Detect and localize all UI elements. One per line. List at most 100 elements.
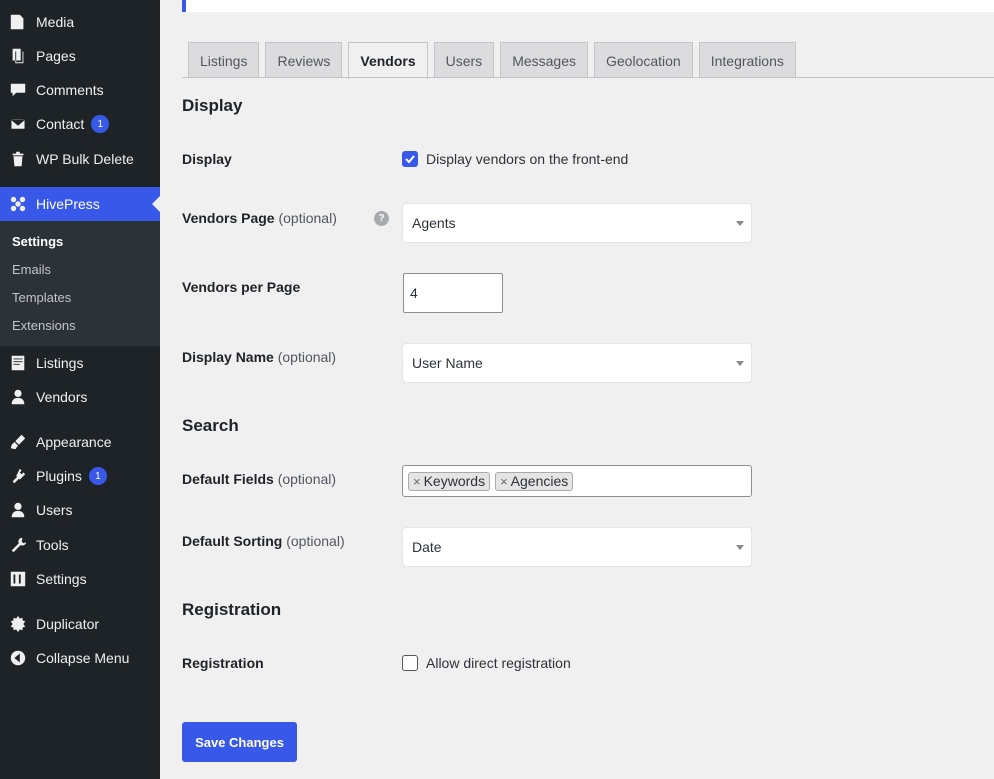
chevron-down-icon	[736, 545, 744, 550]
save-changes-button[interactable]: Save Changes	[182, 722, 297, 762]
sidebar-item-hivepress[interactable]: HivePress	[0, 187, 160, 221]
sidebar-item-label: Listings	[36, 355, 84, 371]
tab-listings[interactable]: Listings	[188, 42, 260, 78]
sidebar-item-media[interactable]: Media	[0, 5, 160, 39]
chevron-down-icon	[736, 361, 744, 366]
sidebar-item-label: Settings	[36, 571, 87, 587]
default-sorting-select[interactable]: Date	[402, 527, 752, 567]
submenu-item-emails[interactable]: Emails	[12, 262, 51, 277]
optional-hint: (optional)	[286, 533, 345, 549]
sidebar-item-label: Contact	[36, 116, 85, 132]
submenu-item-templates[interactable]: Templates	[12, 290, 71, 305]
sidebar-item-contact[interactable]: Contact 1	[0, 107, 160, 141]
field-label-display: Display	[182, 151, 232, 167]
sidebar-item-users[interactable]: Users	[0, 493, 160, 527]
sidebar-item-listings[interactable]: Listings	[0, 346, 160, 380]
admin-sidebar: Media Pages Comments Contact 1 WP Bulk D…	[0, 0, 160, 779]
sidebar-item-label: HivePress	[36, 196, 100, 212]
selected-chip: × Keywords	[408, 471, 491, 491]
sidebar-item-comments[interactable]: Comments	[0, 73, 160, 107]
display-name-select[interactable]: User Name	[402, 343, 752, 383]
notification-badge: 1	[91, 115, 110, 133]
brush-icon	[8, 432, 28, 452]
section-heading-display: Display	[182, 96, 243, 115]
hivepress-submenu: Settings Emails Templates Extensions	[0, 221, 160, 346]
user-icon	[8, 500, 28, 520]
default-fields-multiselect[interactable]: × Keywords × Agencies	[402, 465, 752, 497]
sidebar-item-settings[interactable]: Settings	[0, 562, 160, 596]
label-text: Vendors Page	[182, 210, 275, 226]
remove-chip-icon[interactable]: ×	[500, 474, 508, 489]
duplicator-icon	[8, 614, 28, 634]
allow-registration-option: Allow direct registration	[402, 655, 571, 671]
help-icon[interactable]: ?	[374, 211, 389, 226]
tab-integrations[interactable]: Integrations	[698, 42, 796, 78]
user-icon	[8, 387, 28, 407]
sidebar-item-vendors[interactable]: Vendors	[0, 380, 160, 414]
collapse-menu-button[interactable]: Collapse Menu	[0, 641, 160, 675]
remove-chip-icon[interactable]: ×	[413, 474, 421, 489]
sidebar-item-label: Comments	[36, 82, 104, 98]
sidebar-item-label: Appearance	[36, 434, 112, 450]
chip-label: Keywords	[423, 473, 486, 489]
selected-chip: × Agencies	[495, 471, 574, 491]
tab-users[interactable]: Users	[433, 42, 495, 78]
field-label-registration: Registration	[182, 655, 264, 671]
tab-messages[interactable]: Messages	[500, 42, 588, 78]
tab-reviews[interactable]: Reviews	[265, 42, 343, 78]
display-vendors-checkbox[interactable]	[402, 151, 418, 167]
sliders-icon	[8, 569, 28, 589]
field-label-vendors-per-page: Vendors per Page	[182, 279, 301, 295]
sidebar-item-label: Duplicator	[36, 616, 100, 632]
wrench-icon	[8, 535, 28, 555]
sidebar-item-label: Users	[36, 502, 73, 518]
vendors-per-page-input[interactable]: 4	[403, 273, 503, 313]
optional-hint: (optional)	[277, 349, 337, 365]
label-text: Default Sorting	[182, 533, 283, 549]
chip-label: Agencies	[510, 473, 569, 489]
notification-badge: 1	[88, 467, 107, 485]
media-icon	[8, 12, 28, 32]
tab-divider	[182, 77, 994, 78]
input-value: 4	[410, 285, 418, 301]
sidebar-item-label: Plugins	[36, 468, 82, 484]
sidebar-item-label: Vendors	[36, 389, 88, 405]
pages-icon	[8, 46, 28, 66]
vendors-page-select[interactable]: Agents	[402, 203, 752, 243]
sidebar-item-label: WP Bulk Delete	[36, 151, 134, 167]
sidebar-item-label: Media	[36, 14, 75, 30]
field-label-vendors-page: Vendors Page (optional)	[182, 210, 337, 226]
hivepress-icon	[8, 194, 28, 214]
sidebar-item-wp-bulk-delete[interactable]: WP Bulk Delete	[0, 142, 160, 176]
sidebar-item-label: Pages	[36, 48, 76, 64]
sidebar-item-tools[interactable]: Tools	[0, 528, 160, 562]
field-label-display-name: Display Name (optional)	[182, 349, 336, 365]
allow-registration-checkbox[interactable]	[402, 655, 418, 671]
label-text: Default Fields	[182, 471, 274, 487]
mail-icon	[8, 114, 28, 134]
settings-tabs: Listings Reviews Vendors Users Messages …	[188, 42, 802, 79]
display-vendors-label: Display vendors on the front-end	[426, 151, 629, 167]
sidebar-item-appearance[interactable]: Appearance	[0, 425, 160, 459]
optional-hint: (optional)	[278, 210, 337, 226]
tab-geolocation[interactable]: Geolocation	[594, 42, 693, 78]
section-heading-search: Search	[182, 416, 239, 435]
submenu-item-extensions[interactable]: Extensions	[12, 318, 76, 333]
select-value: Agents	[412, 215, 456, 231]
submenu-item-settings[interactable]: Settings	[12, 234, 63, 249]
tab-vendors[interactable]: Vendors	[348, 42, 428, 79]
collapse-icon	[8, 648, 28, 668]
sidebar-item-duplicator[interactable]: Duplicator	[0, 607, 160, 641]
trash-icon	[8, 149, 28, 169]
checkmark-icon	[405, 155, 415, 164]
admin-notice	[182, 0, 994, 12]
display-vendors-option: Display vendors on the front-end	[402, 151, 628, 167]
optional-hint: (optional)	[277, 471, 337, 487]
label-text: Display Name	[182, 349, 274, 365]
field-label-default-sorting: Default Sorting (optional)	[182, 533, 345, 549]
allow-registration-label: Allow direct registration	[426, 655, 571, 671]
sidebar-item-label: Tools	[36, 537, 69, 553]
sidebar-item-plugins[interactable]: Plugins 1	[0, 459, 160, 493]
field-label-default-fields: Default Fields (optional)	[182, 471, 336, 487]
sidebar-item-pages[interactable]: Pages	[0, 39, 160, 73]
